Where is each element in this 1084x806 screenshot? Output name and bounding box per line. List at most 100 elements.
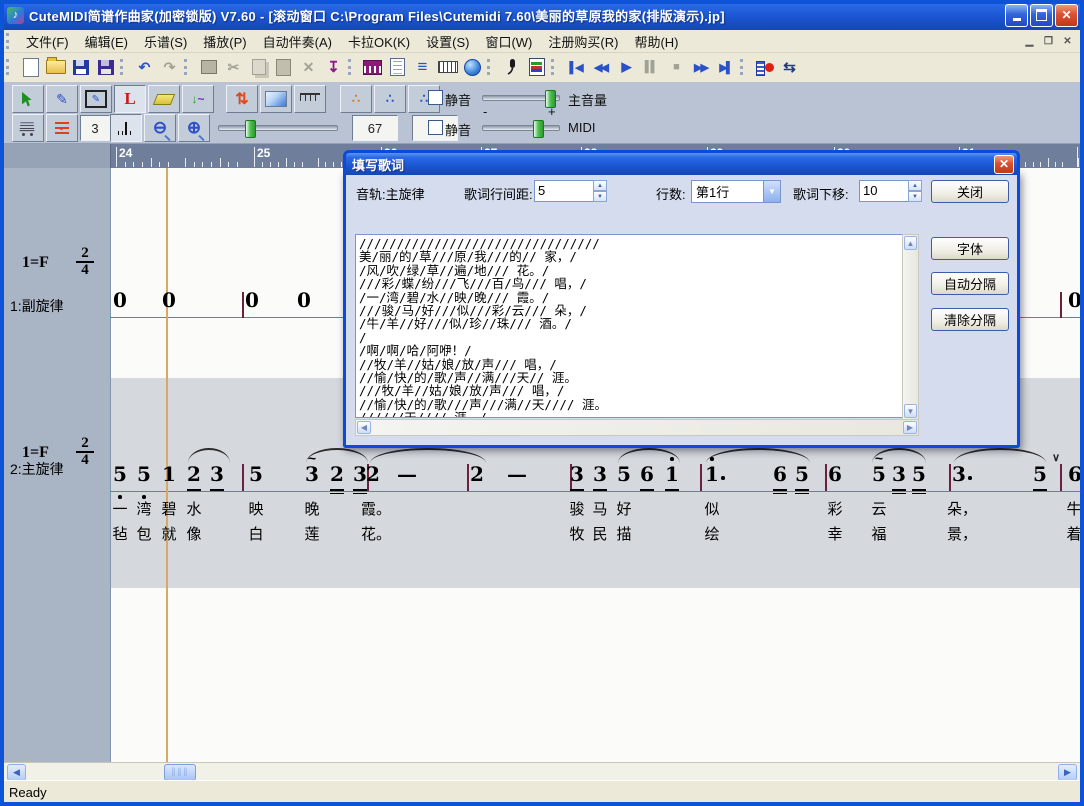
spinner-up-icon[interactable]: ▲: [908, 180, 922, 191]
melody-line-tool-button[interactable]: ↓~: [182, 85, 214, 113]
delete-button[interactable]: ✕: [296, 55, 321, 79]
score-note[interactable]: 3: [353, 462, 367, 486]
midi-volume-thumb[interactable]: [533, 120, 544, 138]
menu-item-1[interactable]: 编辑(E): [77, 30, 136, 53]
redo-button[interactable]: ↷: [157, 55, 182, 79]
zoom-slider[interactable]: [218, 125, 338, 131]
transpose-button[interactable]: ⇅: [226, 85, 258, 113]
open-file-button[interactable]: [43, 55, 68, 79]
piano-roll-button[interactable]: [360, 55, 385, 79]
score-note[interactable]: 2: [366, 462, 380, 486]
clear-separate-button[interactable]: 清除分隔: [931, 308, 1009, 331]
score-note[interactable]: 6: [1068, 462, 1080, 486]
insert-measure-button[interactable]: [196, 55, 221, 79]
scroll-right-button[interactable]: ▶: [1058, 764, 1077, 781]
score-note[interactable]: 5: [113, 462, 127, 486]
rewind-button[interactable]: ◀◀: [588, 55, 613, 79]
line-spacing-input[interactable]: 5: [534, 180, 594, 202]
import-button[interactable]: ↧: [321, 55, 346, 79]
skip-to-start-button[interactable]: ▌◀: [563, 55, 588, 79]
line-spacing-spinner[interactable]: ▲ ▼: [593, 180, 607, 202]
score-note[interactable]: 5: [617, 462, 631, 486]
select-tool-button[interactable]: [12, 85, 44, 113]
loop-button[interactable]: ⇆: [777, 55, 802, 79]
score-note[interactable]: 5: [912, 462, 926, 486]
scrollbar-thumb[interactable]: ║║║: [164, 764, 196, 781]
copy-button[interactable]: [246, 55, 271, 79]
rest-note[interactable]: 0: [297, 288, 311, 312]
score-note[interactable]: 1: [705, 462, 719, 486]
minimize-button[interactable]: [1005, 4, 1028, 27]
velocity-box[interactable]: 67: [352, 115, 398, 141]
record-voice-button[interactable]: [499, 55, 524, 79]
scroll-left-button[interactable]: ◀: [7, 764, 26, 781]
line-spacing-button[interactable]: [46, 114, 78, 142]
scroll-right-icon[interactable]: ▶: [903, 421, 917, 434]
font-button[interactable]: 字体: [931, 237, 1009, 260]
score-note[interactable]: 3: [570, 462, 584, 486]
rest-note[interactable]: 0: [245, 288, 259, 312]
rest-note[interactable]: 0: [162, 288, 176, 312]
score-note[interactable]: —: [397, 462, 417, 486]
close-button[interactable]: ✕: [1055, 4, 1078, 27]
region-select-button[interactable]: [260, 85, 292, 113]
score-note[interactable]: 6: [773, 462, 787, 486]
save-all-button[interactable]: [93, 55, 118, 79]
tuplet-tool-2-button[interactable]: ∴: [374, 85, 406, 113]
score-note[interactable]: 5: [249, 462, 263, 486]
horizontal-scrollbar[interactable]: ◀ ║║║ ▶: [4, 762, 1080, 781]
beat-ruler-button[interactable]: [294, 85, 326, 113]
combo-down-icon[interactable]: ▼: [763, 181, 780, 202]
textarea-hscrollbar[interactable]: ◀ ▶: [355, 419, 919, 436]
score-note[interactable]: —: [507, 462, 527, 486]
scroll-down-icon[interactable]: ▼: [904, 404, 917, 418]
stop-button[interactable]: ■: [663, 55, 688, 79]
score-note[interactable]: 6: [640, 462, 654, 486]
score-note[interactable]: 2: [470, 462, 484, 486]
save-button[interactable]: [68, 55, 93, 79]
lyric-offset-spinner[interactable]: ▲ ▼: [908, 180, 922, 202]
dialog-titlebar[interactable]: 填写歌词 ✕: [343, 150, 1020, 175]
region-edit-tool-button[interactable]: ✎: [80, 85, 112, 113]
zoom-slider-thumb[interactable]: [245, 120, 256, 138]
record-button[interactable]: [752, 55, 777, 79]
paste-button[interactable]: [271, 55, 296, 79]
score-note[interactable]: 2: [330, 462, 344, 486]
score-note[interactable]: 1: [162, 462, 176, 486]
menu-item-6[interactable]: 设置(S): [418, 30, 477, 53]
score-note[interactable]: 5: [795, 462, 809, 486]
score-note[interactable]: 3: [892, 462, 906, 486]
midi-mute-checkbox[interactable]: [428, 120, 443, 135]
cut-button[interactable]: ✂: [221, 55, 246, 79]
skip-to-end-button[interactable]: ▶▌: [713, 55, 738, 79]
keyboard-view-button[interactable]: [435, 55, 460, 79]
score-note[interactable]: 6: [828, 462, 842, 486]
event-list-button[interactable]: [385, 55, 410, 79]
tuplet-tool-1-button[interactable]: ∴: [340, 85, 372, 113]
score-note[interactable]: 5: [137, 462, 151, 486]
mdi-close-button[interactable]: ✕: [1059, 34, 1076, 49]
menu-item-9[interactable]: 帮助(H): [626, 30, 686, 53]
spinner-down-icon[interactable]: ▼: [593, 191, 607, 202]
menu-item-7[interactable]: 窗口(W): [477, 30, 540, 53]
pause-button[interactable]: ▌▌: [638, 55, 663, 79]
menu-item-4[interactable]: 自动伴奏(A): [255, 30, 340, 53]
mdi-restore-button[interactable]: ❐: [1040, 34, 1057, 49]
textarea-vscrollbar[interactable]: ▲ ▼: [902, 234, 919, 420]
rest-note[interactable]: 0: [113, 288, 127, 312]
midi-volume-slider[interactable]: [482, 125, 560, 131]
mdi-minimize-button[interactable]: ▁: [1021, 34, 1038, 49]
chord-cart-button[interactable]: [12, 114, 44, 142]
auto-separate-button[interactable]: 自动分隔: [931, 272, 1009, 295]
count-box[interactable]: 3: [80, 115, 110, 141]
line-count-combobox[interactable]: 第1行 ▼: [691, 180, 781, 203]
score-note[interactable]: 5: [1033, 462, 1047, 486]
score-note[interactable]: 3: [593, 462, 607, 486]
close-dialog-button[interactable]: 关闭: [931, 180, 1009, 203]
rest-note[interactable]: 0: [1068, 288, 1080, 312]
fast-forward-button[interactable]: ▶▶: [688, 55, 713, 79]
pencil-tool-button[interactable]: ✎: [46, 85, 78, 113]
score-note[interactable]: 3: [210, 462, 224, 486]
restore-button[interactable]: [1030, 4, 1053, 27]
new-file-button[interactable]: [18, 55, 43, 79]
